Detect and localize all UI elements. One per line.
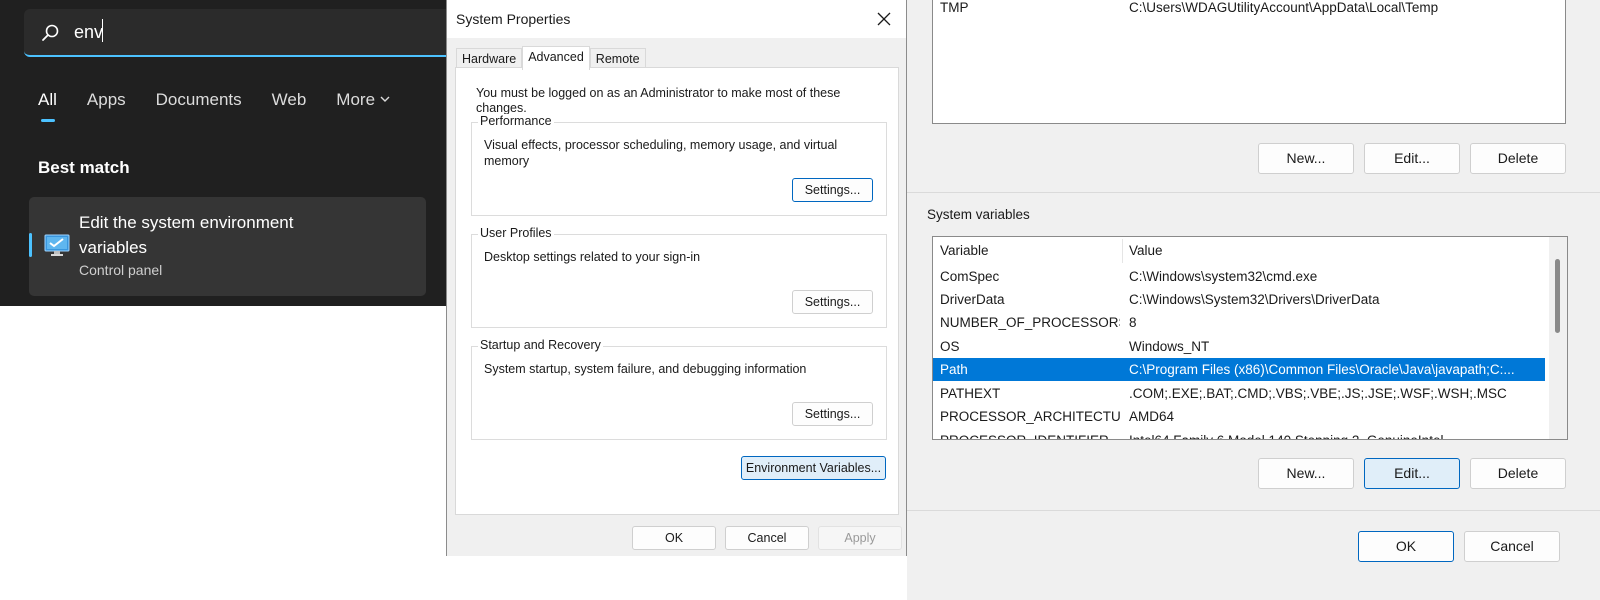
user-profiles-group: User Profiles Desktop settings related t… <box>471 226 887 328</box>
variable-value: 8 <box>1129 315 1137 330</box>
variable-value: C:\Windows\System32\Drivers\DriverData <box>1129 292 1380 307</box>
tab-web[interactable]: Web <box>272 90 307 110</box>
vertical-scrollbar[interactable] <box>1549 237 1567 439</box>
performance-description: Visual effects, processor scheduling, me… <box>484 138 838 168</box>
column-header-value[interactable]: Value <box>1129 239 1549 263</box>
column-header-variable[interactable]: Variable <box>940 239 1120 263</box>
variable-name: ComSpec <box>940 269 1000 284</box>
column-divider <box>1122 239 1123 263</box>
variable-value: C:\Users\WDAGUtilityAccount\AppData\Loca… <box>1129 0 1439 15</box>
user-edit-button[interactable]: Edit... <box>1364 143 1460 174</box>
result-subtitle: Control panel <box>79 262 163 278</box>
group-divider <box>907 510 1600 511</box>
apply-button[interactable]: Apply <box>818 526 902 550</box>
close-icon <box>877 12 891 26</box>
text-caret <box>102 19 103 42</box>
startup-recovery-settings-button[interactable]: Settings... <box>792 402 873 426</box>
group-divider <box>907 192 1600 193</box>
table-row[interactable]: OS Windows_NT <box>933 335 1567 358</box>
performance-settings-button[interactable]: Settings... <box>792 178 873 202</box>
result-title: Edit the system environment variables <box>79 213 294 257</box>
variable-value: AMD64 <box>1129 409 1175 424</box>
best-match-heading: Best match <box>38 158 130 177</box>
variable-name: PROCESSOR_ARCHITECTU... <box>940 409 1120 424</box>
variable-value: C:\Windows\system32\cmd.exe <box>1129 269 1318 284</box>
tab-documents[interactable]: Documents <box>156 90 242 110</box>
environment-variables-button[interactable]: Environment Variables... <box>741 456 886 480</box>
variable-name: Path <box>940 362 968 377</box>
admin-note: You must be logged on as an Administrato… <box>476 86 841 114</box>
variable-value: Windows_NT <box>1129 339 1210 354</box>
system-variables-heading: System variables <box>927 207 1030 222</box>
close-button[interactable] <box>862 0 906 38</box>
system-properties-dialog: System Properties Hardware Advanced Remo… <box>446 0 907 556</box>
env-cancel-button[interactable]: Cancel <box>1464 531 1560 562</box>
system-properties-icon <box>44 234 70 256</box>
table-row[interactable]: DriverData C:\Windows\System32\Drivers\D… <box>933 288 1567 311</box>
list-header: Variable Value <box>933 239 1545 263</box>
dialog-titlebar[interactable]: System Properties <box>447 0 906 38</box>
chevron-down-icon <box>380 96 390 102</box>
table-row[interactable]: ComSpec C:\Windows\system32\cmd.exe <box>933 265 1567 288</box>
user-profiles-label: User Profiles <box>478 226 554 240</box>
table-row-selected[interactable]: Path C:\Program Files (x86)\Common Files… <box>933 358 1545 381</box>
search-filter-tabs: All Apps Documents Web More <box>38 90 420 110</box>
user-delete-button[interactable]: Delete <box>1470 143 1566 174</box>
table-row[interactable]: PATHEXT .COM;.EXE;.BAT;.CMD;.VBS;.VBE;.J… <box>933 382 1567 405</box>
user-new-button[interactable]: New... <box>1258 143 1354 174</box>
advanced-tab-panel: You must be logged on as an Administrato… <box>455 67 899 515</box>
tab-more-label: More <box>336 90 376 109</box>
system-delete-button[interactable]: Delete <box>1470 458 1566 489</box>
search-box[interactable] <box>24 9 464 57</box>
startup-recovery-label: Startup and Recovery <box>478 338 603 352</box>
tab-apps[interactable]: Apps <box>87 90 126 110</box>
tab-more[interactable]: More <box>336 90 390 110</box>
search-input[interactable] <box>74 20 434 44</box>
variable-name: TMP <box>940 0 969 15</box>
system-new-button[interactable]: New... <box>1258 458 1354 489</box>
variable-name: OS <box>940 339 960 354</box>
table-row[interactable]: PROCESSOR_ARCHITECTU... AMD64 <box>933 405 1567 428</box>
variable-value: Intel64 Family 6 Model 140 Stepping 2, G… <box>1129 429 1549 439</box>
cancel-button[interactable]: Cancel <box>725 526 809 550</box>
ok-button[interactable]: OK <box>632 526 716 550</box>
system-variables-list[interactable]: Variable Value ComSpec C:\Windows\system… <box>932 236 1568 440</box>
env-ok-button[interactable]: OK <box>1358 531 1454 562</box>
variable-name: PATHEXT <box>940 386 1001 401</box>
selection-accent <box>29 233 32 257</box>
variable-name: DriverData <box>940 292 1005 307</box>
variable-value: C:\Program Files (x86)\Common Files\Orac… <box>1129 362 1515 377</box>
tab-advanced[interactable]: Advanced <box>522 46 590 70</box>
dialog-tabs: Hardware Advanced Remote <box>456 46 646 70</box>
variable-value: .COM;.EXE;.BAT;.CMD;.VBS;.VBE;.JS;.JSE;.… <box>1129 386 1507 401</box>
scrollbar-thumb[interactable] <box>1555 259 1560 333</box>
user-profiles-settings-button[interactable]: Settings... <box>792 290 873 314</box>
search-icon <box>42 24 59 41</box>
variable-name: NUMBER_OF_PROCESSORS <box>940 315 1120 330</box>
user-profiles-description: Desktop settings related to your sign-in <box>484 250 701 264</box>
user-variables-list[interactable]: TMP C:\Users\WDAGUtilityAccount\AppData\… <box>932 0 1566 124</box>
table-row[interactable]: TMP C:\Users\WDAGUtilityAccount\AppData\… <box>933 0 1565 19</box>
active-tab-indicator <box>41 119 55 122</box>
table-row[interactable]: PROCESSOR_IDENTIFIER Intel64 Family 6 Mo… <box>933 429 1567 439</box>
variable-name: PROCESSOR_IDENTIFIER <box>940 429 1120 439</box>
dialog-title: System Properties <box>456 11 571 27</box>
performance-label: Performance <box>478 114 554 128</box>
start-search-panel: All Apps Documents Web More Best match E… <box>0 0 464 306</box>
environment-variables-dialog: TMP C:\Users\WDAGUtilityAccount\AppData\… <box>907 0 1600 600</box>
table-row[interactable]: NUMBER_OF_PROCESSORS 8 <box>933 311 1567 334</box>
tab-all[interactable]: All <box>38 90 57 110</box>
startup-recovery-description: System startup, system failure, and debu… <box>484 362 807 376</box>
startup-recovery-group: Startup and Recovery System startup, sys… <box>471 338 887 440</box>
system-edit-button[interactable]: Edit... <box>1364 458 1460 489</box>
performance-group: Performance Visual effects, processor sc… <box>471 114 887 216</box>
